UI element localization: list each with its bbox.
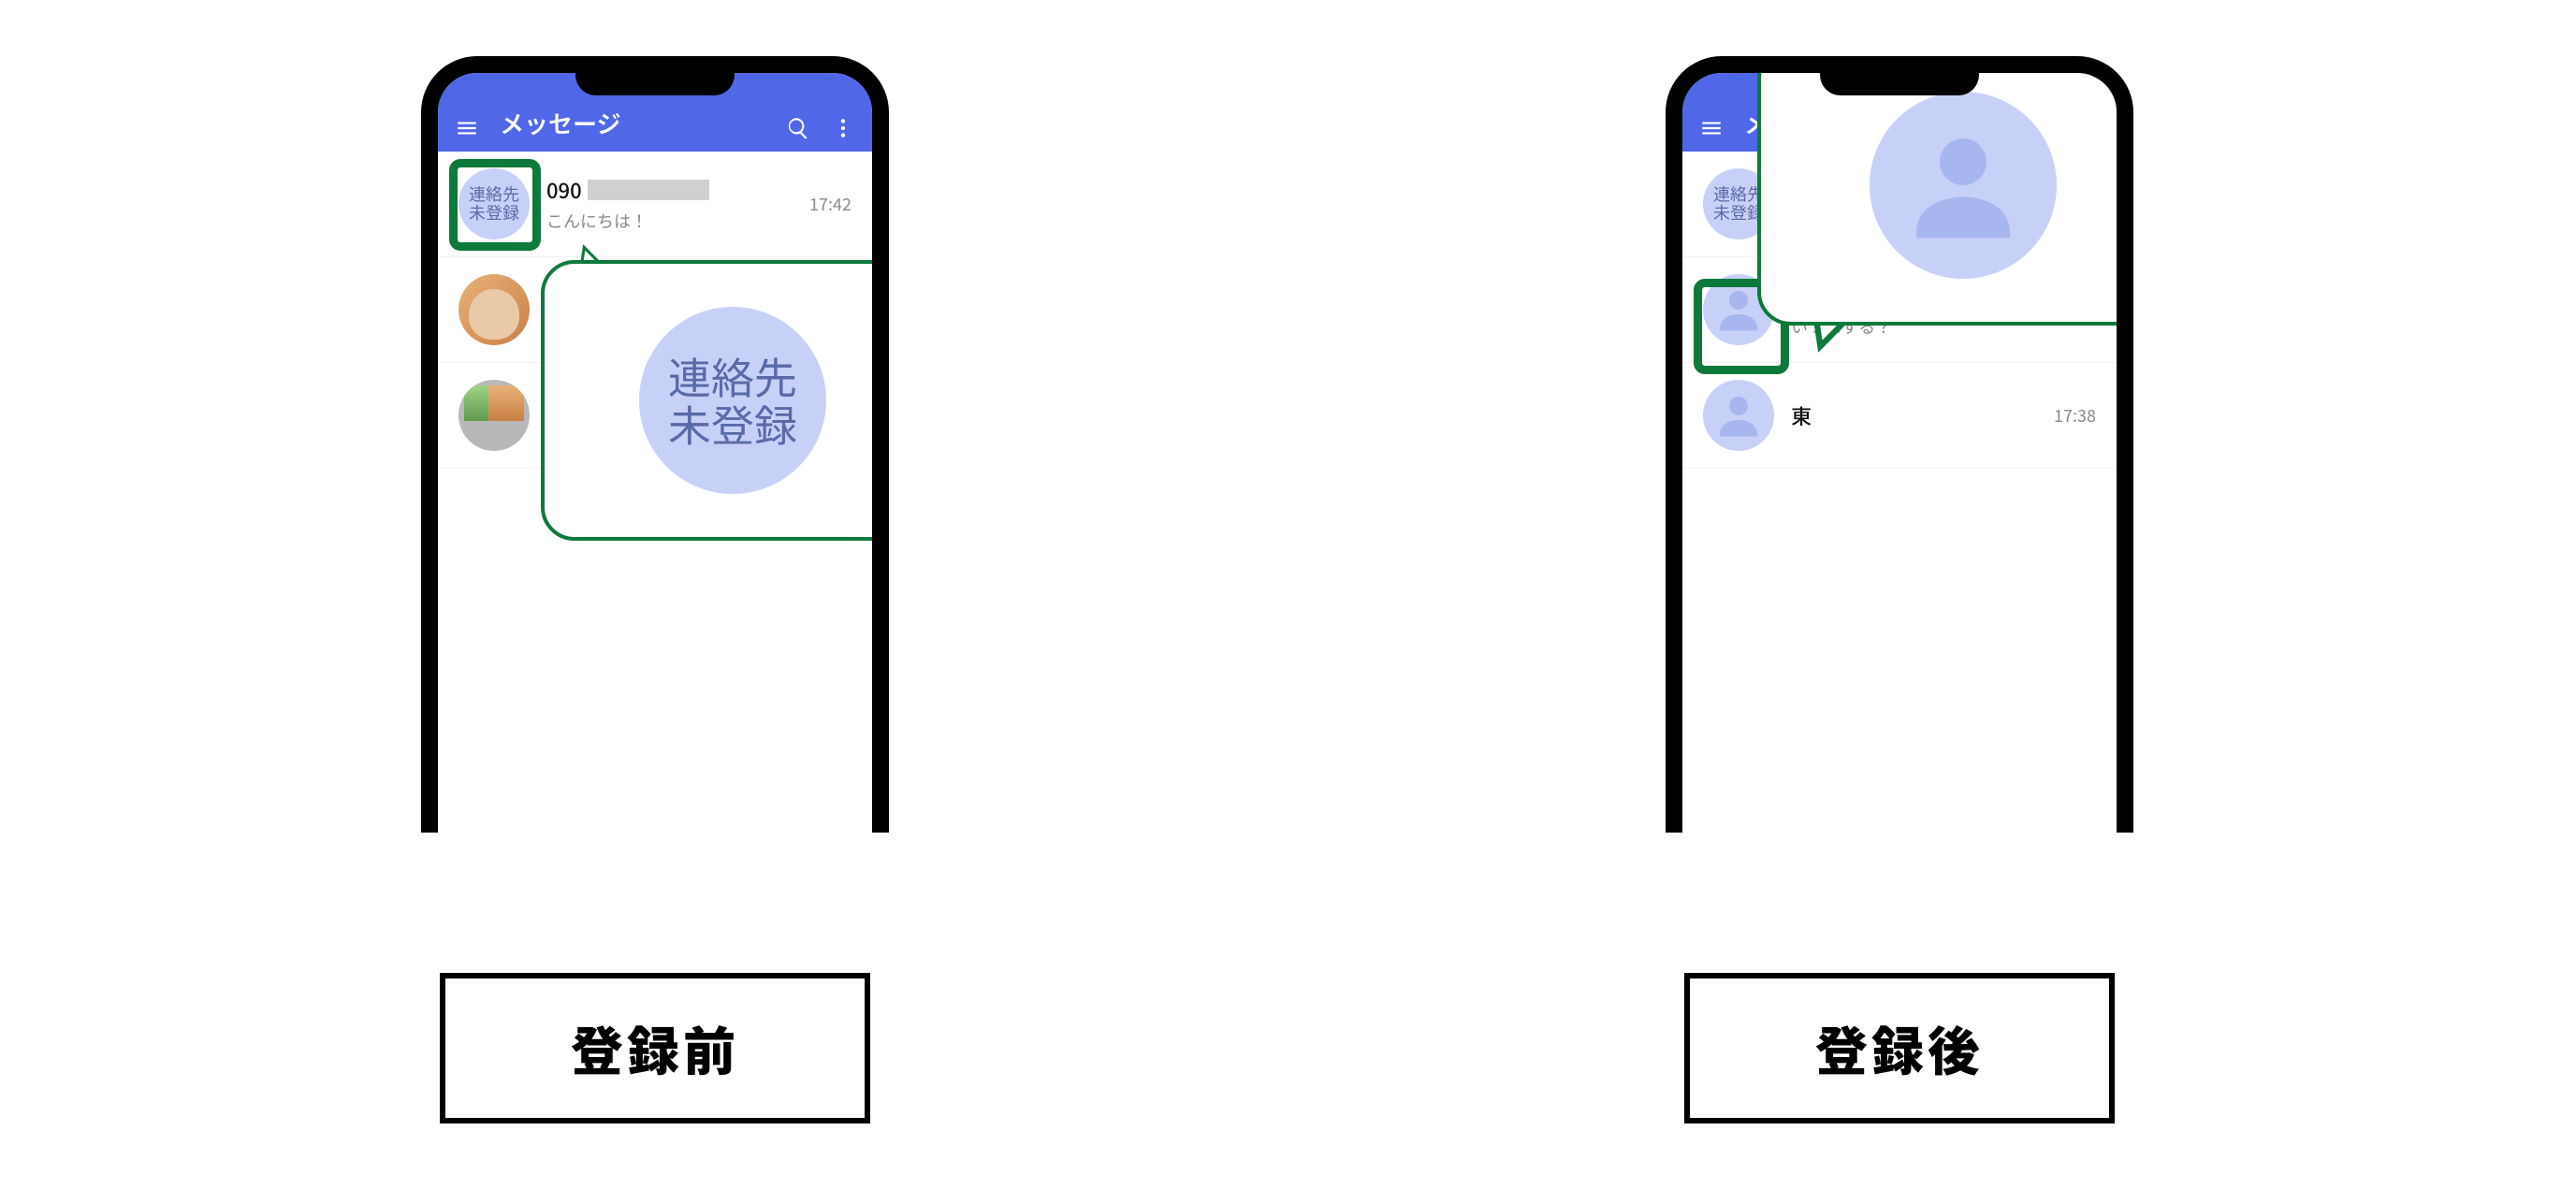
message-preview: こんにちは！ (546, 209, 793, 233)
phone-frame-left: メッセージ 連絡先 未登録 090 こんにちは！ (421, 56, 889, 833)
avatar-unregistered[interactable]: 連絡先 未登録 (458, 168, 530, 239)
app-title: メッセージ (500, 106, 765, 140)
callout-avatar-person (1870, 92, 2057, 279)
phone-notch (575, 69, 735, 95)
overflow-icon[interactable] (831, 116, 855, 140)
hamburger-icon[interactable] (1699, 116, 1724, 140)
avatar-photo[interactable] (458, 274, 530, 345)
masked-number (588, 180, 709, 200)
avatar-default-person[interactable] (1703, 380, 1774, 451)
message-item[interactable]: 東 17:38 (1682, 363, 2117, 469)
callout-bubble (1757, 56, 2133, 326)
contact-name: 090 (546, 175, 793, 205)
callout-avatar-unregistered: 連絡先 未登録 (639, 307, 826, 494)
caption-before: 登録前 (440, 973, 870, 1123)
contact-name: 東 (1791, 400, 2037, 430)
callout-bubble: 連絡先 未登録 (541, 260, 889, 541)
avatar-photo[interactable] (458, 380, 530, 451)
message-item[interactable]: 連絡先 未登録 090 こんにちは！ 17:42 (438, 152, 872, 257)
message-time: 17:42 (809, 192, 851, 216)
search-icon[interactable] (786, 116, 810, 140)
phone-notch (1820, 69, 1979, 95)
message-time: 17:38 (2054, 403, 2096, 428)
caption-after: 登録後 (1684, 973, 2115, 1123)
phone-frame-right: メッセ 連絡先 未登録 0 プラメ 花子 いつにする？ (1666, 56, 2133, 833)
hamburger-icon[interactable] (455, 116, 479, 140)
